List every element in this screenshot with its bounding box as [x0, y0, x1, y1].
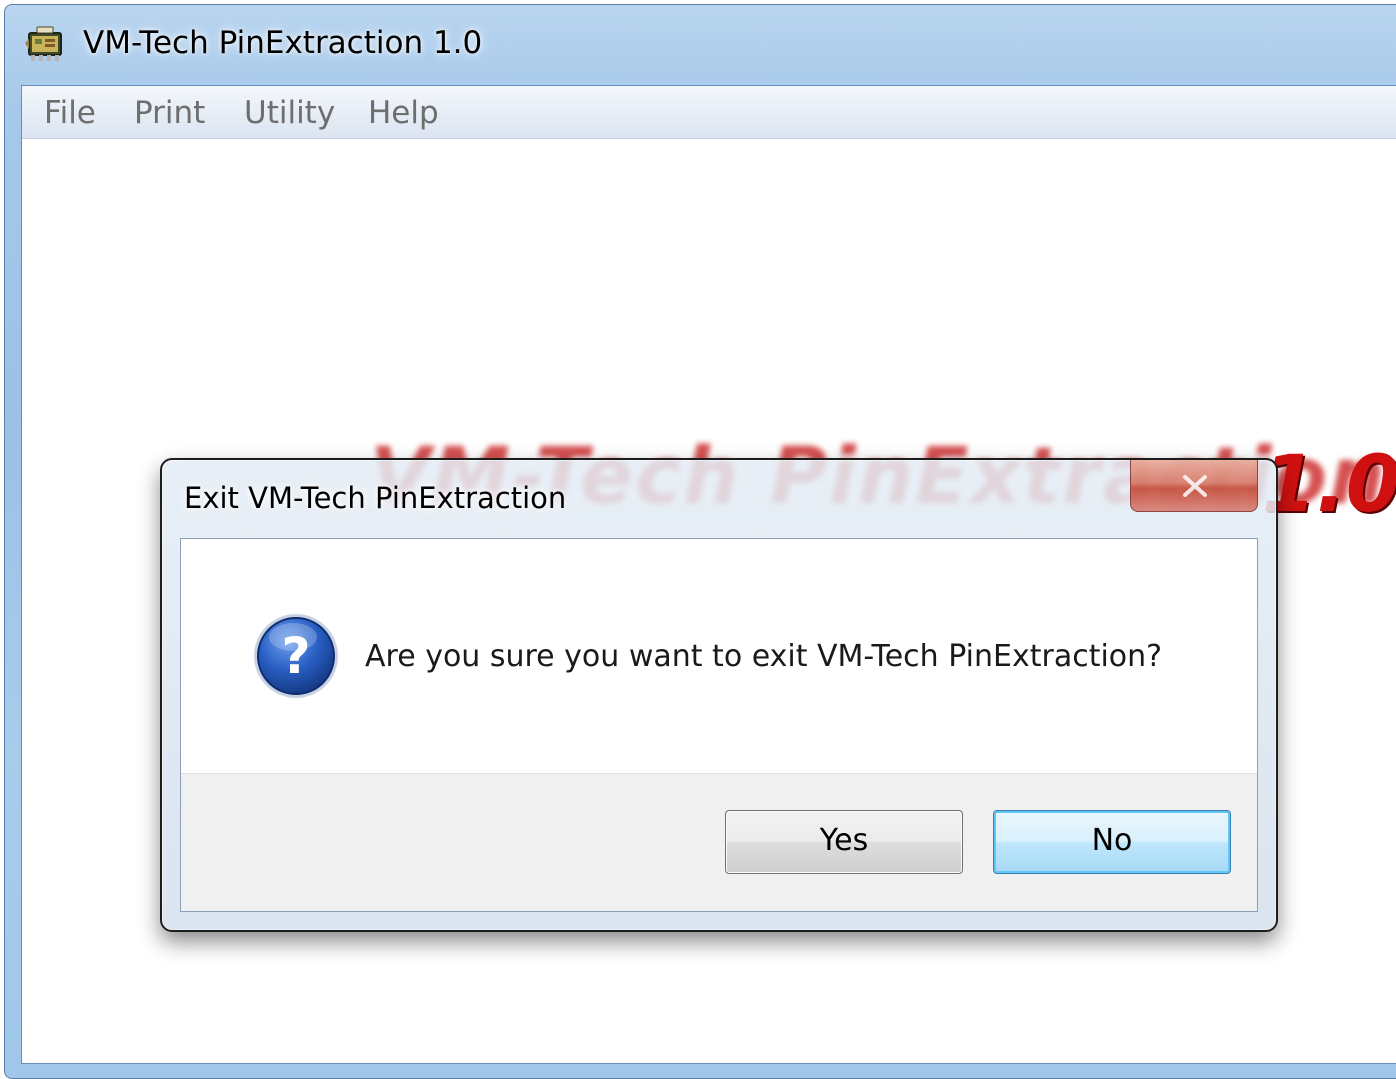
menu-item-file[interactable]: File	[44, 94, 96, 132]
menu-item-help[interactable]: Help	[368, 94, 439, 132]
menu-bar: File Print Utility Help	[22, 86, 1396, 139]
dialog-content: ? Are you sure you want to exit VM-Tech …	[181, 539, 1257, 773]
dialog-close-button[interactable]	[1130, 460, 1258, 512]
window-title: VM-Tech PinExtraction 1.0	[83, 25, 483, 61]
dialog-body: ? Are you sure you want to exit VM-Tech …	[180, 538, 1258, 912]
menu-item-utility[interactable]: Utility	[244, 94, 335, 132]
no-button[interactable]: No	[993, 810, 1231, 874]
dialog-title: Exit VM-Tech PinExtraction	[184, 481, 567, 515]
exit-dialog: Exit VM-Tech PinExtraction ? Are you sur…	[160, 458, 1278, 932]
menu-item-print[interactable]: Print	[134, 94, 205, 132]
dialog-message: Are you sure you want to exit VM-Tech Pi…	[365, 639, 1163, 674]
yes-button[interactable]: Yes	[725, 810, 963, 874]
question-icon: ?	[251, 611, 341, 701]
app-icon[interactable]	[23, 25, 67, 65]
title-bar[interactable]: VM-Tech PinExtraction 1.0	[5, 5, 1396, 81]
close-icon	[1183, 475, 1207, 497]
svg-text:?: ?	[281, 627, 310, 685]
background-banner-version: 1.0	[1262, 440, 1396, 530]
dialog-footer: Yes No	[181, 773, 1257, 911]
